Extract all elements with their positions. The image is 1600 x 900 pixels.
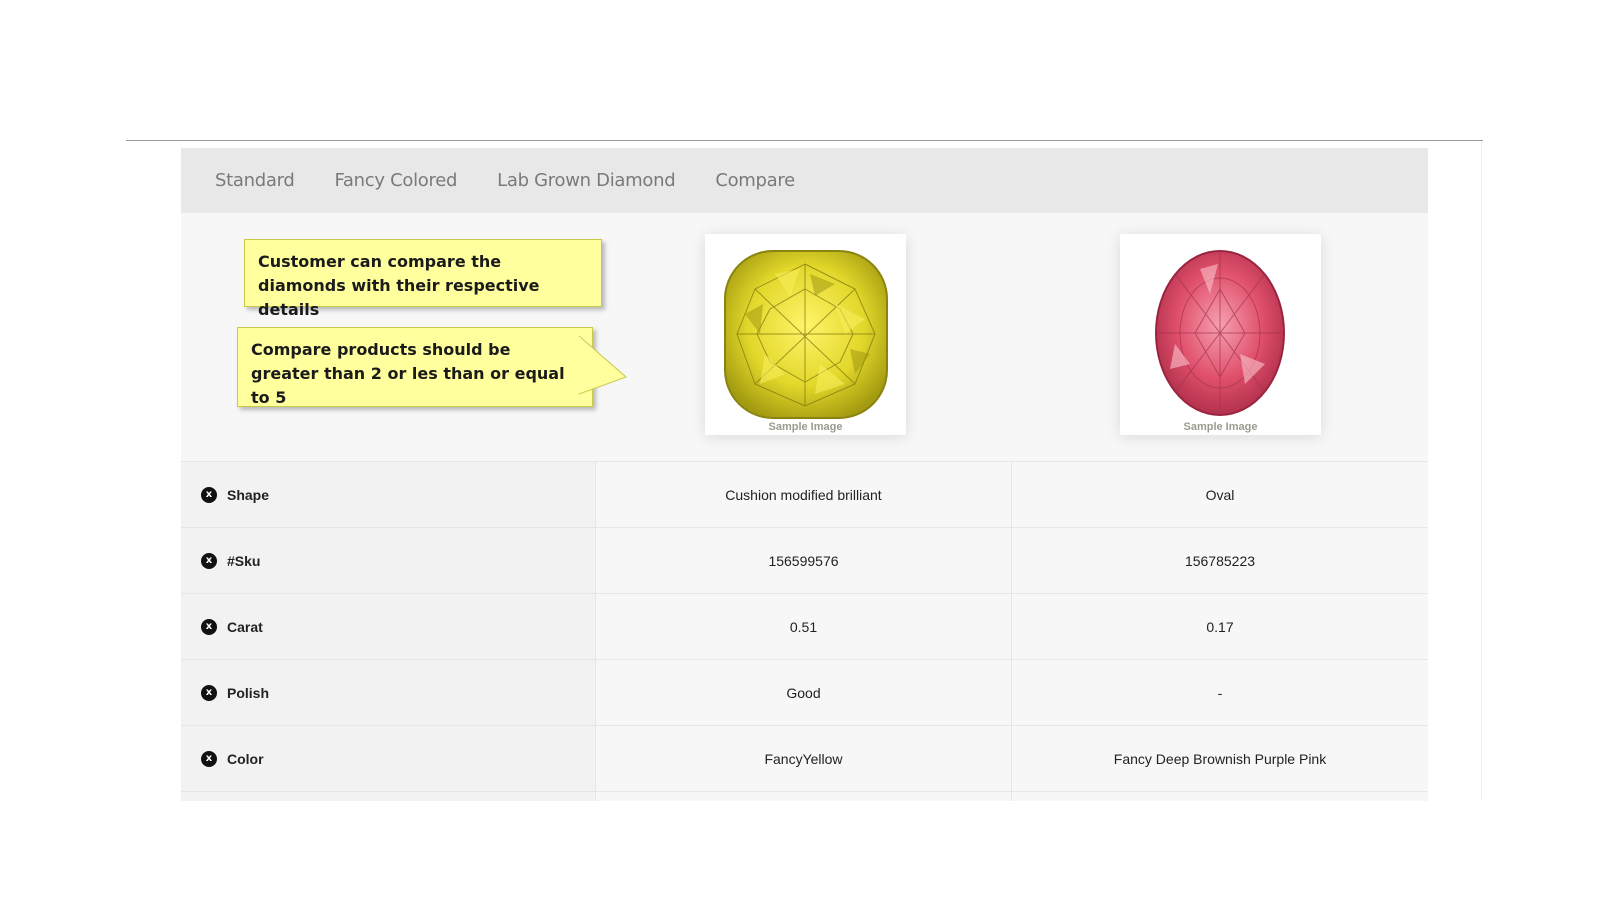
callout-compare-details: Customer can compare the diamonds with t… — [244, 239, 602, 319]
row-value-product-1: FancyYellow — [596, 726, 1012, 791]
row-value-product-1: Good — [596, 660, 1012, 725]
callout-pointer-icon — [579, 336, 627, 395]
table-row: x #Sku 156599576 156785223 — [181, 528, 1428, 594]
row-value-empty — [596, 792, 1012, 801]
row-label-text: Shape — [227, 486, 270, 503]
row-value-product-2: 156785223 — [1184, 552, 1256, 569]
table-row: x Shape Cushion modified brilliant Oval — [181, 462, 1428, 528]
tab-lab-grown-diamond[interactable]: Lab Grown Diamond — [497, 170, 676, 191]
row-value-product-2: - — [1217, 684, 1223, 701]
callout-compare-limit: Compare products should be greater than … — [237, 327, 593, 407]
row-label: x Shape — [181, 462, 596, 527]
right-divider — [1481, 141, 1482, 801]
table-row: x Color FancyYellow Fancy Deep Brownish … — [181, 726, 1428, 792]
tab-fancy-colored[interactable]: Fancy Colored — [335, 170, 458, 191]
table-row: x Carat 0.51 0.17 — [181, 594, 1428, 660]
table-row-partial — [181, 792, 1428, 801]
row-label-empty — [181, 792, 596, 801]
row-label-text: #Sku — [227, 552, 261, 569]
remove-row-icon[interactable]: x — [201, 684, 217, 701]
remove-row-icon[interactable]: x — [201, 618, 217, 635]
row-value-product-2: Oval — [1205, 486, 1235, 503]
tab-standard[interactable]: Standard — [215, 170, 295, 191]
compare-panel: Standard Fancy Colored Lab Grown Diamond… — [181, 148, 1428, 801]
row-value-product-2: Fancy Deep Brownish Purple Pink — [1113, 750, 1327, 767]
row-value-empty — [1012, 792, 1428, 801]
row-value-product-1: Cushion modified brilliant — [596, 462, 1012, 527]
row-label-text: Color — [227, 750, 264, 767]
row-label: x Color — [181, 726, 596, 791]
row-label: x #Sku — [181, 528, 596, 593]
row-label-text: Carat — [227, 618, 263, 635]
oval-diamond-icon — [1155, 250, 1285, 416]
sample-image-label: Sample Image — [1183, 421, 1258, 433]
row-label-text: Polish — [227, 684, 270, 701]
sample-image-label: Sample Image — [768, 421, 843, 433]
tab-compare[interactable]: Compare — [715, 170, 795, 191]
compare-table: x Shape Cushion modified brilliant Oval … — [181, 461, 1428, 801]
product-image-2[interactable]: Sample Image — [1120, 234, 1321, 435]
product-image-1[interactable]: Sample Image — [705, 234, 906, 435]
row-value-product-1: 0.51 — [596, 594, 1012, 659]
remove-row-icon[interactable]: x — [201, 486, 217, 503]
tab-bar: Standard Fancy Colored Lab Grown Diamond… — [181, 148, 1428, 213]
row-value-product-1: 156599576 — [596, 528, 1012, 593]
top-divider — [126, 140, 1483, 141]
row-label: x Polish — [181, 660, 596, 725]
row-label: x Carat — [181, 594, 596, 659]
product-images-row: Customer can compare the diamonds with t… — [181, 213, 1428, 461]
row-value-product-2: 0.17 — [1206, 618, 1234, 635]
remove-row-icon[interactable]: x — [201, 750, 217, 767]
cushion-diamond-icon — [724, 250, 888, 419]
remove-row-icon[interactable]: x — [201, 552, 217, 569]
table-row: x Polish Good - — [181, 660, 1428, 726]
